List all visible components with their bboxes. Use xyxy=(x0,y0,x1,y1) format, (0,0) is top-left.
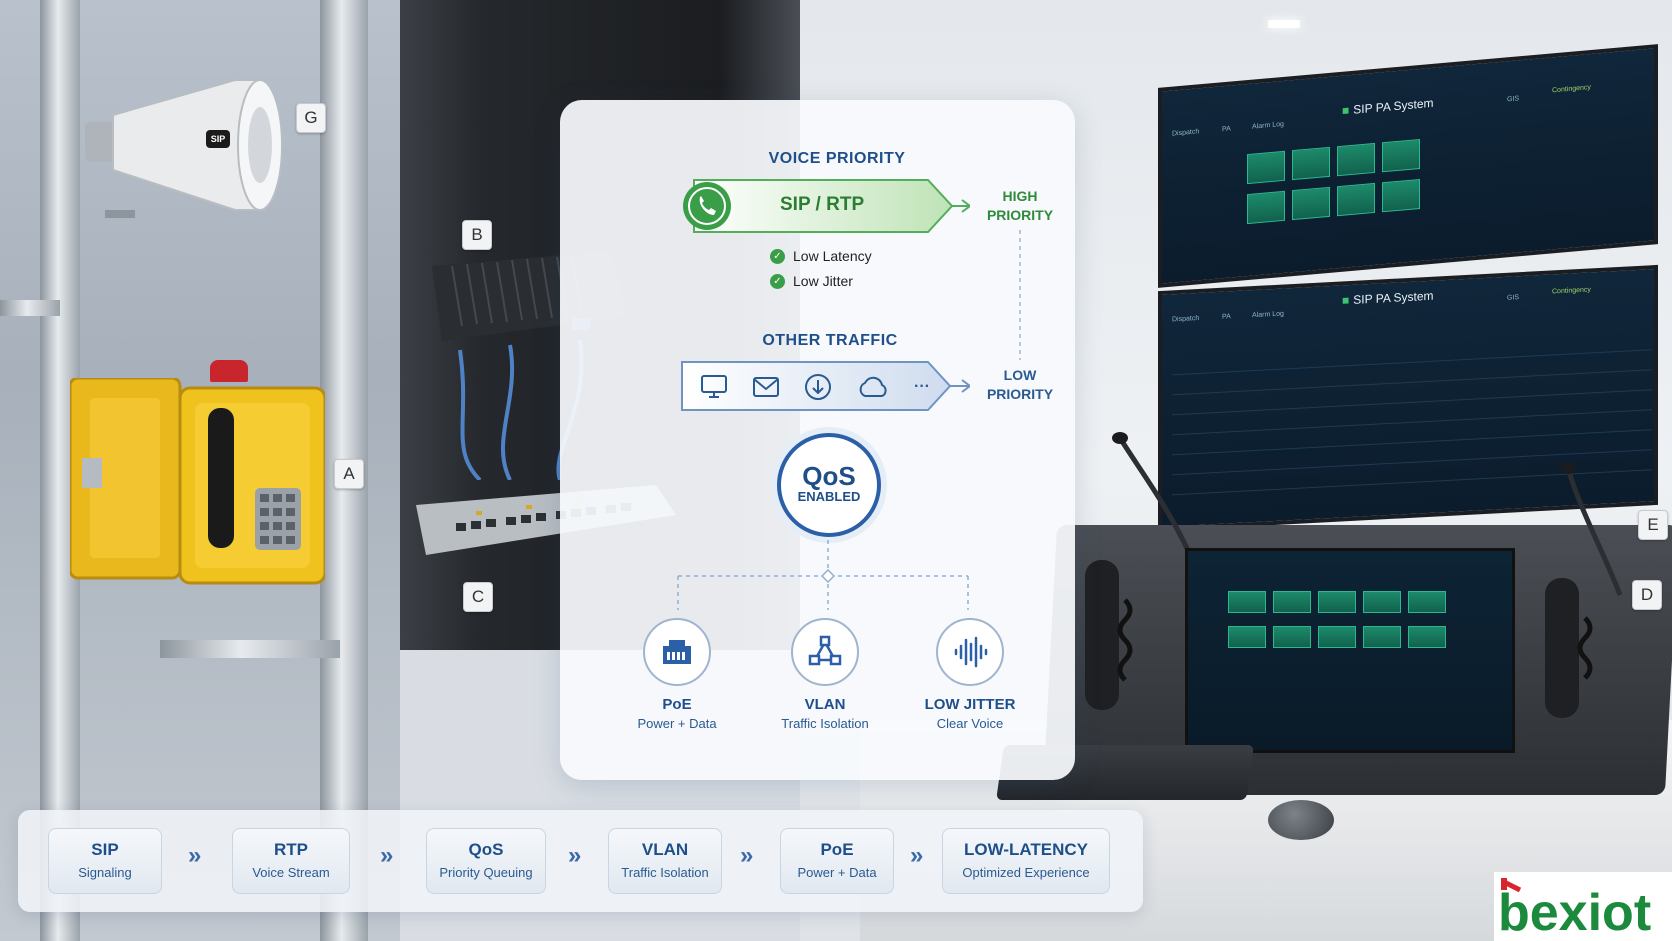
high-priority-label: HIGH PRIORITY xyxy=(986,188,1054,223)
emergency-phone-icon xyxy=(70,378,325,585)
scene: SIP ■ SIP PA System Dispatch PA Alarm Lo… xyxy=(0,0,1672,941)
screen-title: ■ SIP PA System xyxy=(1342,288,1434,308)
chevron-right-icon: » xyxy=(740,842,754,869)
sip-rtp-label: SIP / RTP xyxy=(780,194,865,215)
marker-a: A xyxy=(334,459,364,489)
ethernet-port-icon xyxy=(643,618,711,686)
factory-pipe xyxy=(0,300,60,316)
qos-badge-sub: ENABLED xyxy=(797,489,861,504)
console-touchscreen[interactable] xyxy=(1185,548,1515,753)
voice-priority-title: VOICE PRIORITY xyxy=(768,150,906,167)
gooseneck-mic-icon xyxy=(1112,432,1193,557)
network-topology-icon xyxy=(791,618,859,686)
horn-speaker-icon xyxy=(85,79,283,218)
mouse[interactable] xyxy=(1268,800,1334,840)
marker-c: C xyxy=(463,582,493,612)
zone-cell[interactable] xyxy=(1363,591,1401,613)
zone-cell[interactable] xyxy=(1408,591,1446,613)
feature-low-jitter: LOW JITTER Clear Voice xyxy=(895,618,1045,731)
screen-nav-pa[interactable]: PA xyxy=(1222,126,1231,134)
zone-cell[interactable] xyxy=(1337,182,1375,217)
zone-cell[interactable] xyxy=(1228,591,1266,613)
phone-call-icon xyxy=(683,182,731,230)
feature-connector-lines xyxy=(677,540,969,610)
feature-poe: PoE Power + Data xyxy=(602,618,752,731)
screen-nav-dispatch[interactable]: Dispatch xyxy=(1172,315,1199,323)
more-traffic-ellipsis: ··· xyxy=(914,378,930,395)
marker-g: G xyxy=(296,103,326,133)
table-row xyxy=(1172,349,1652,376)
pipeline-step-rtp: RTP Voice Stream xyxy=(232,828,350,894)
table-row xyxy=(1172,429,1652,456)
table-row xyxy=(1172,369,1652,396)
chevron-right-icon: » xyxy=(910,842,924,869)
pipeline-step-vlan: VLAN Traffic Isolation xyxy=(608,828,722,894)
check-icon: ✓ xyxy=(770,248,785,264)
priority-connector-line xyxy=(1019,230,1021,360)
zone-cell[interactable] xyxy=(1292,186,1330,221)
screen-tab-contingency[interactable]: Contingency xyxy=(1552,286,1591,295)
screen-tab-gis[interactable]: GIS xyxy=(1507,95,1519,103)
zone-cell[interactable] xyxy=(1247,190,1285,225)
screen-tab-contingency[interactable]: Contingency xyxy=(1552,84,1591,94)
audio-wave-icon xyxy=(936,618,1004,686)
check-icon: ✓ xyxy=(770,273,785,289)
low-priority-label: LOW PRIORITY xyxy=(986,367,1054,402)
other-traffic-icons: ··· xyxy=(700,372,930,402)
check-low-jitter: ✓ Low Jitter xyxy=(770,273,853,289)
chevron-right-icon: » xyxy=(380,842,394,869)
qos-badge-title: QoS xyxy=(802,461,856,491)
other-traffic-title: OTHER TRAFFIC xyxy=(762,332,898,349)
computer-icon xyxy=(701,375,727,398)
check-low-latency: ✓ Low Latency xyxy=(770,248,872,264)
handset-left-icon xyxy=(1085,560,1133,710)
screen-nav-alarm-log[interactable]: Alarm Log xyxy=(1252,311,1284,320)
pipeline-step-qos: QoS Priority Queuing xyxy=(426,828,546,894)
horn-logo-badge: SIP xyxy=(206,130,230,148)
zone-cell[interactable] xyxy=(1273,626,1311,648)
marker-b: B xyxy=(462,220,492,250)
screen-nav-dispatch[interactable]: Dispatch xyxy=(1172,128,1199,137)
alarm-beacon xyxy=(210,360,248,382)
pipeline-step-poe: PoE Power + Data xyxy=(780,828,894,894)
zone-cell[interactable] xyxy=(1337,142,1375,177)
pipeline-step-low-latency: LOW-LATENCY Optimized Experience xyxy=(942,828,1110,894)
cloud-icon xyxy=(859,376,887,397)
ceiling-light xyxy=(1268,20,1300,28)
svg-text:bexiot: bexiot xyxy=(1498,884,1651,941)
marker-d: D xyxy=(1632,580,1662,610)
zone-cell[interactable] xyxy=(1292,146,1330,181)
brand-logo: bexiot xyxy=(1494,872,1672,941)
screen-title: ■ SIP PA System xyxy=(1342,95,1434,118)
zone-cell[interactable] xyxy=(1382,178,1420,213)
table-row xyxy=(1172,389,1652,416)
screen-nav-pa[interactable]: PA xyxy=(1222,313,1231,320)
zone-cell[interactable] xyxy=(1363,626,1401,648)
screen-tab-gis[interactable]: GIS xyxy=(1507,294,1519,302)
zone-cell[interactable] xyxy=(1318,591,1356,613)
screen-nav-alarm-log[interactable]: Alarm Log xyxy=(1252,121,1284,131)
qos-enabled-badge: QoS ENABLED xyxy=(777,433,881,537)
zone-cell[interactable] xyxy=(1247,150,1285,185)
chevron-right-icon: » xyxy=(568,842,582,869)
zone-cell[interactable] xyxy=(1408,626,1446,648)
feature-vlan: VLAN Traffic Isolation xyxy=(750,618,900,731)
bexiot-logo-icon: bexiot xyxy=(1498,878,1651,941)
factory-pipe xyxy=(160,640,340,658)
zone-cell[interactable] xyxy=(1228,626,1266,648)
table-row xyxy=(1172,409,1652,436)
pipeline-step-sip: SIP Signaling xyxy=(48,828,162,894)
zone-cell[interactable] xyxy=(1318,626,1356,648)
marker-e: E xyxy=(1638,510,1668,540)
download-icon xyxy=(805,374,831,400)
handset-right-icon xyxy=(1545,578,1593,718)
email-icon xyxy=(753,377,779,397)
gooseneck-mic-icon xyxy=(1560,462,1623,596)
zone-cell[interactable] xyxy=(1273,591,1311,613)
zone-cell[interactable] xyxy=(1382,138,1420,173)
chevron-right-icon: » xyxy=(188,842,202,869)
